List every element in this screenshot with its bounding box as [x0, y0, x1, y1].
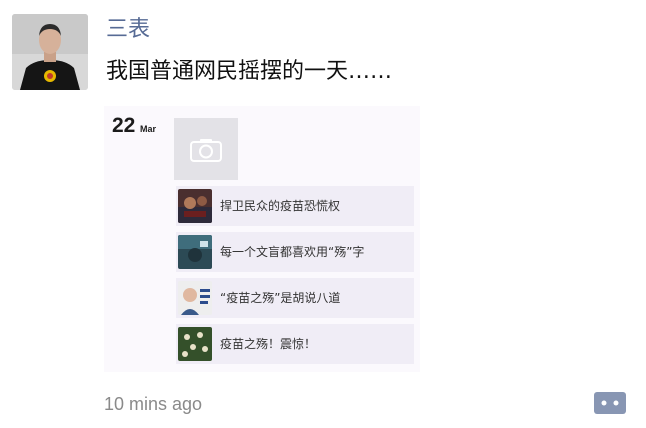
article-title: “疫苗之殇”是胡说八道 [220, 291, 341, 305]
article-title: 疫苗之殇！震惊！ [220, 337, 317, 351]
post-timestamp: 10 mins ago [104, 394, 203, 414]
post-text: 我国普通网民摇摆的一天…… [106, 59, 393, 84]
camera-icon [190, 139, 222, 162]
comment-icon [590, 392, 626, 414]
avatar-photo [12, 14, 88, 90]
camera-placeholder [174, 118, 238, 180]
article-title: 捍卫民众的疫苗恐慌权 [220, 199, 341, 213]
article-thumbnail [178, 281, 212, 315]
date-month: Mar [140, 124, 157, 134]
article-thumbnail [178, 235, 212, 269]
article-item: 每一个文盲都喜欢用“殇”字 [176, 232, 414, 272]
shared-image[interactable]: 22 Mar 捍卫民众的疫苗恐慌权 每一个文盲都喜欢用“殇”字 “疫苗之殇”是胡… [104, 106, 420, 372]
article-item: 疫苗之殇！震惊！ [176, 324, 414, 364]
article-thumbnail [178, 327, 212, 361]
date-day: 22 [112, 114, 136, 137]
moments-post: 三表 我国普通网民摇摆的一天…… 22 Mar 捍卫民众的疫苗恐慌权 每一个文盲… [0, 0, 646, 428]
avatar[interactable] [12, 14, 88, 90]
author-name[interactable]: 三表 [106, 16, 150, 44]
article-title: 每一个文盲都喜欢用“殇”字 [220, 245, 365, 259]
article-item: 捍卫民众的疫苗恐慌权 [176, 186, 414, 226]
article-thumbnail [178, 189, 212, 223]
comment-button[interactable] [590, 392, 626, 414]
article-item: “疫苗之殇”是胡说八道 [176, 278, 414, 318]
